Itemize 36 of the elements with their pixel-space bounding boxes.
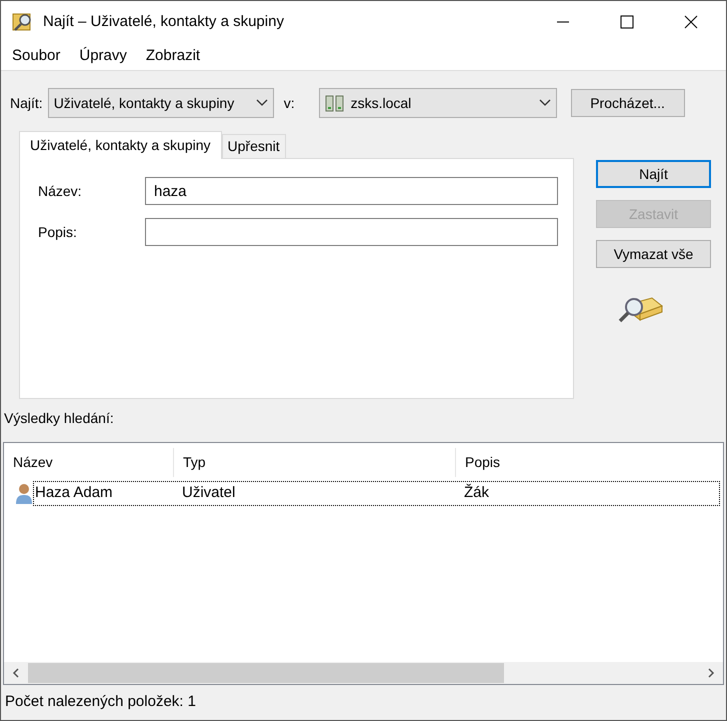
find-label: Najít: xyxy=(10,94,43,113)
table-cell-text: Uživatel xyxy=(181,483,236,504)
browse-button[interactable]: Procházet... xyxy=(570,89,685,117)
domain-dropdown[interactable]: zsks.local xyxy=(318,88,557,118)
menu-item[interactable]: Soubor xyxy=(12,45,60,68)
user-icon xyxy=(15,482,33,504)
caret-icon xyxy=(256,99,268,107)
window-title: Najít – Uživatelé, kontakty a skupiny xyxy=(43,12,285,32)
field-label: Popis: xyxy=(37,222,78,242)
status-text: Počet nalezených položek: 1 xyxy=(5,692,196,712)
maximize-icon[interactable] xyxy=(620,15,634,29)
caret-icon xyxy=(538,99,551,107)
tab[interactable]: Upřesnit xyxy=(222,134,286,158)
action-button[interactable]: Vymazat vše xyxy=(596,240,711,268)
scrollbar-thumb[interactable] xyxy=(28,663,504,683)
table-cell-text: Haza Adam xyxy=(34,483,114,504)
column-header[interactable]: Popis xyxy=(456,448,723,477)
domain-icon xyxy=(324,94,345,112)
results-label: Výsledky hledání: xyxy=(4,409,114,428)
column-header[interactable]: Typ xyxy=(174,448,456,477)
column-header[interactable]: Název xyxy=(4,448,174,477)
find-type-dropdown[interactable]: Uživatelé, kontakty a skupiny xyxy=(48,88,274,118)
scroll-left-icon[interactable] xyxy=(12,668,20,678)
field-label: Název: xyxy=(37,182,83,200)
result-row[interactable]: Haza Adam Uživatel Žák xyxy=(33,481,720,506)
input-field[interactable] xyxy=(145,218,558,246)
menu-item[interactable]: Zobrazit xyxy=(146,45,200,68)
close-icon[interactable] xyxy=(684,15,698,29)
table-cell-text: Žák xyxy=(463,482,490,504)
in-label: v: xyxy=(284,94,295,112)
horizontal-scrollbar[interactable] xyxy=(4,662,723,684)
action-button[interactable]: Najít xyxy=(596,160,711,188)
menu-item[interactable]: Úpravy xyxy=(79,45,127,68)
tab[interactable]: Uživatelé, kontakty a skupiny xyxy=(19,131,222,159)
scroll-right-icon[interactable] xyxy=(707,668,715,678)
input-field[interactable]: haza xyxy=(145,177,558,205)
